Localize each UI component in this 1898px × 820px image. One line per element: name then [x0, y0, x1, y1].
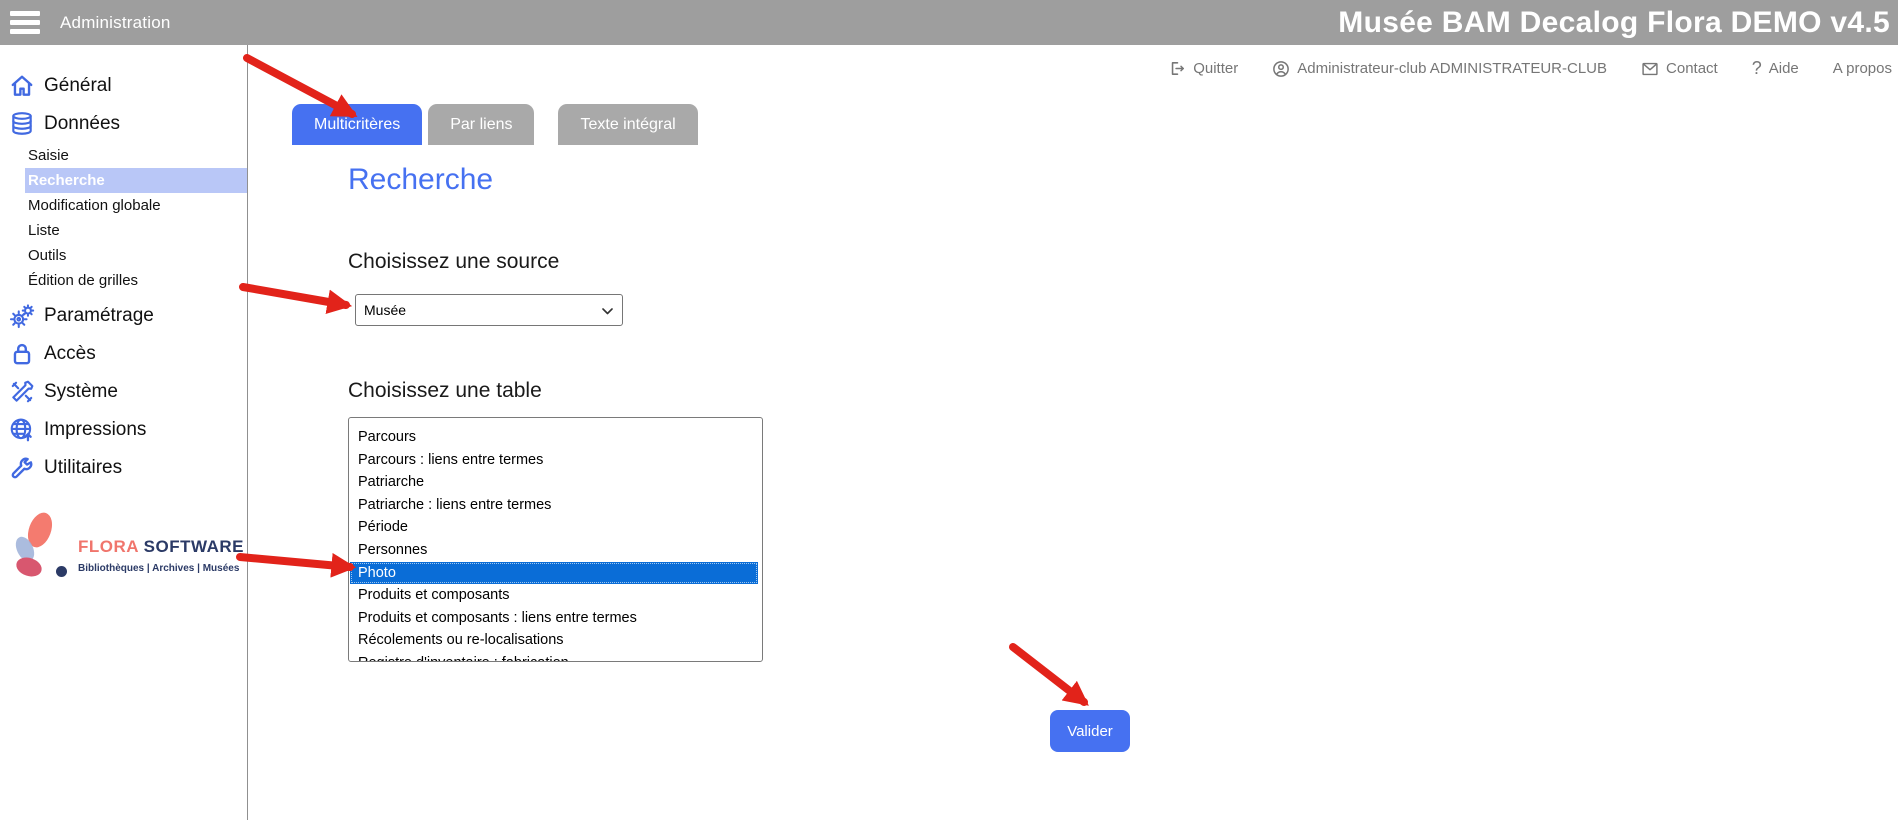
source-select[interactable]: Musée [355, 294, 623, 326]
wrench-icon [8, 454, 36, 482]
list-option[interactable]: Patriarche [350, 471, 758, 494]
sidebar-item-acces[interactable]: Accès [0, 335, 247, 373]
sidebar-item-donnees[interactable]: Données [0, 105, 247, 143]
tab-multicriteres[interactable]: Multicritères [292, 104, 422, 145]
top-bar: Administration Musée BAM Decalog Flora D… [0, 0, 1898, 45]
section-title: Administration [60, 0, 171, 45]
sidebar-item-parametrage[interactable]: Paramétrage [0, 297, 247, 335]
table-listbox[interactable]: Parcours Parcours : liens entre termes P… [348, 417, 763, 662]
tools-icon [8, 378, 36, 406]
app-title: Musée BAM Decalog Flora DEMO v4.5 [1338, 0, 1890, 45]
user-account-label: Administrateur-club ADMINISTRATEUR-CLUB [1297, 60, 1607, 77]
quitter-label: Quitter [1193, 60, 1238, 77]
list-option[interactable]: Personnes [350, 539, 758, 562]
flora-software-logo: FLORA SOFTWARE Bibliothèques | Archives … [0, 507, 247, 587]
logo-brand: FLORA SOFTWARE [78, 537, 244, 557]
contact-link[interactable]: Contact [1641, 60, 1718, 77]
sidebar-item-label: Impressions [44, 419, 146, 441]
sidebar-item-recherche-selected[interactable]: Recherche [25, 168, 247, 193]
annotation-arrow-select [243, 287, 346, 305]
sidebar-item-impressions[interactable]: Impressions [0, 411, 247, 449]
sidebar-item-saisie[interactable]: Saisie [25, 143, 247, 168]
sidebar-item-label: Accès [44, 343, 96, 365]
tab-par-liens[interactable]: Par liens [428, 104, 534, 145]
logo-tagline: Bibliothèques | Archives | Musées [78, 563, 239, 574]
tab-texte-integral[interactable]: Texte intégral [558, 104, 697, 145]
list-option-clipped-bottom[interactable]: Registre d'inventaire : fabrication [350, 652, 758, 662]
a-propos-link[interactable]: A propos [1833, 60, 1892, 77]
help-icon: ? [1752, 58, 1762, 79]
list-option[interactable]: Récolements ou re-localisations [350, 629, 758, 652]
sidebar-item-label: Système [44, 381, 118, 403]
sidebar-item-utilitaires[interactable]: Utilitaires [0, 449, 247, 487]
sidebar-item-label: Utilitaires [44, 457, 122, 479]
hamburger-menu-icon[interactable] [10, 11, 40, 34]
user-icon [1272, 60, 1290, 78]
sidebar-item-outils[interactable]: Outils [25, 243, 247, 268]
gears-icon [8, 302, 36, 330]
utility-bar: Quitter Administrateur-club ADMINISTRATE… [1169, 58, 1892, 79]
aide-label: Aide [1769, 60, 1799, 77]
sidebar-item-systeme[interactable]: Système [0, 373, 247, 411]
logo-dot [56, 566, 67, 577]
table-heading: Choisissez une table [348, 379, 542, 403]
globe-upload-icon [8, 416, 36, 444]
lock-icon [8, 340, 36, 368]
logout-icon [1169, 60, 1186, 77]
database-icon [8, 110, 36, 138]
list-option[interactable]: Parcours [350, 426, 758, 449]
sidebar-item-label: Données [44, 113, 120, 135]
list-option[interactable]: Patriarche : liens entre termes [350, 494, 758, 517]
source-heading: Choisissez une source [348, 250, 559, 274]
mail-icon [1641, 61, 1659, 77]
sidebar: Général Données Saisie Recherche Modific… [0, 45, 248, 820]
list-option[interactable]: Parcours : liens entre termes [350, 449, 758, 472]
sidebar-item-modification-globale[interactable]: Modification globale [25, 193, 247, 218]
chevron-down-icon [602, 308, 613, 315]
source-select-value: Musée [364, 302, 406, 318]
annotation-arrows-overlay [0, 0, 1898, 820]
list-option-photo-selected[interactable]: Photo [350, 562, 758, 585]
quitter-link[interactable]: Quitter [1169, 60, 1238, 77]
annotation-arrow-valider [1013, 647, 1084, 702]
flora-flower-icon [12, 511, 58, 583]
list-option[interactable]: Période [350, 516, 758, 539]
user-account-link[interactable]: Administrateur-club ADMINISTRATEUR-CLUB [1272, 60, 1607, 78]
home-icon [8, 72, 36, 100]
contact-label: Contact [1666, 60, 1718, 77]
sidebar-item-edition-de-grilles[interactable]: Édition de grilles [25, 268, 247, 293]
list-option[interactable]: Produits et composants [350, 584, 758, 607]
sidebar-item-label: Général [44, 75, 112, 97]
valider-button[interactable]: Valider [1050, 710, 1130, 752]
annotation-arrow-photo [240, 557, 350, 567]
search-tabs: Multicritères Par liens Texte intégral [292, 104, 704, 145]
sidebar-item-label: Paramétrage [44, 305, 154, 327]
page-title: Recherche [348, 163, 493, 197]
logo-brand-primary: FLORA [78, 537, 138, 556]
a-propos-label: A propos [1833, 60, 1892, 77]
list-option[interactable]: Produits et composants : liens entre ter… [350, 607, 758, 630]
aide-link[interactable]: ? Aide [1752, 58, 1799, 79]
sidebar-item-general[interactable]: Général [0, 67, 247, 105]
sidebar-item-liste[interactable]: Liste [25, 218, 247, 243]
sidebar-donnees-submenu: Saisie Recherche Modification globale Li… [0, 143, 247, 293]
logo-brand-secondary: SOFTWARE [144, 537, 244, 556]
